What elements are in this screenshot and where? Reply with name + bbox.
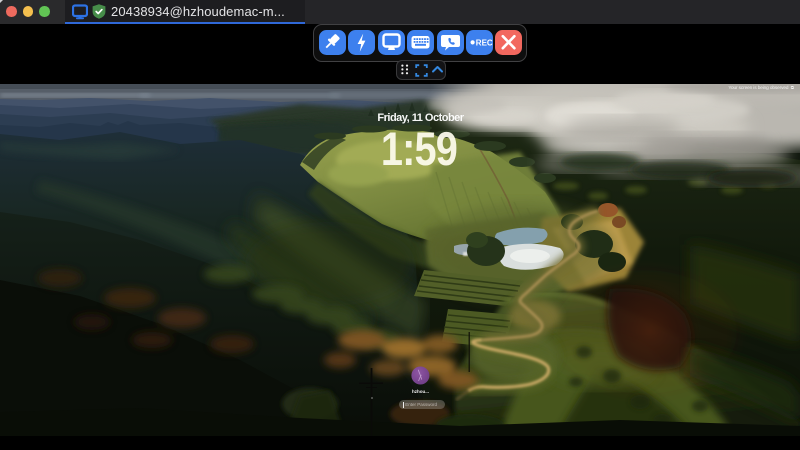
svg-text:REC: REC <box>476 39 493 48</box>
